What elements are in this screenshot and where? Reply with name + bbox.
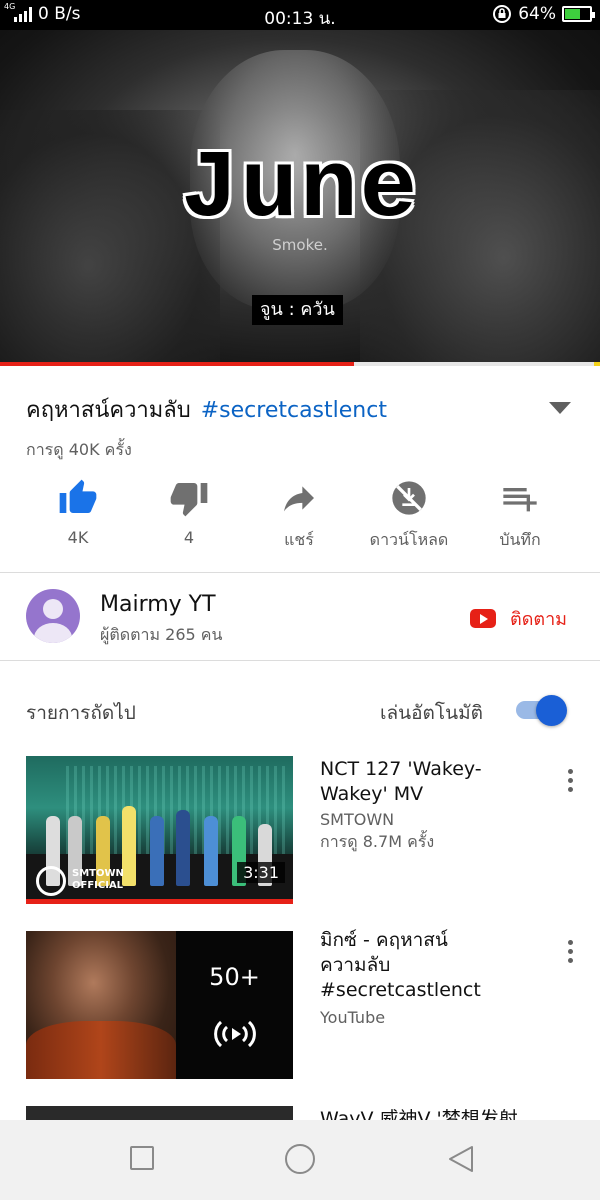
mix-thumbnail[interactable]: 50+ [26, 931, 293, 1079]
thumbs-down-icon [170, 483, 208, 517]
video-title-text: คฤหาสน์ความลับ [26, 398, 191, 423]
home-button[interactable] [285, 1144, 315, 1174]
save-button[interactable]: บันทึก [465, 478, 575, 553]
dislike-count: 4 [183, 528, 195, 547]
avatar[interactable] [26, 589, 80, 643]
channel-name[interactable]: Mairmy YT [100, 592, 216, 617]
video-progress-fill [0, 362, 354, 366]
recent-apps-button[interactable] [130, 1146, 154, 1170]
battery-percent: 64% [518, 4, 556, 24]
divider [0, 660, 600, 661]
mix-item-channel: YouTube [320, 1008, 386, 1027]
video-thumbnail[interactable]: SMTOWN OFFICIAL 3:31 [26, 756, 293, 904]
divider [0, 572, 600, 573]
video-title[interactable]: คฤหาสน์ความลับ #secretcastlenct [26, 392, 546, 427]
video-item-title[interactable]: NCT 127 'Wakey- Wakey' MV [320, 757, 530, 807]
mix-item-title[interactable]: มิกซ์ - คฤหาสน์ ความลับ #secretcastlenct [320, 928, 530, 1003]
system-nav-bar [0, 1120, 600, 1200]
autoplay-toggle[interactable] [514, 695, 567, 726]
download-button[interactable]: ดาวน์โหลด [354, 478, 464, 553]
mix-radio-icon [214, 1020, 256, 1048]
share-button[interactable]: แชร์ [244, 478, 354, 553]
video-duration: 3:31 [237, 862, 285, 883]
more-options-icon[interactable] [566, 769, 574, 795]
back-button[interactable] [446, 1144, 476, 1174]
smtown-logo-icon [36, 866, 66, 896]
like-button[interactable]: 4K [23, 478, 133, 547]
video-hashtag-link[interactable]: #secretcastlenct [201, 398, 387, 423]
video-progress-buffer [594, 362, 600, 366]
save-playlist-icon [503, 488, 537, 512]
up-next-label: รายการถัดไป [26, 702, 136, 724]
video-overlay-title: June [180, 135, 420, 244]
watched-progress-bar [26, 899, 293, 904]
video-player[interactable]: June Smoke. จูน : ควัน [0, 30, 600, 364]
smtown-logo-text: SMTOWN OFFICIAL [72, 868, 124, 891]
youtube-watch-screen: 4G 0 B/s 00:13 น. 64% June Smoke. จูน: … [0, 0, 600, 1200]
status-bar: 4G 0 B/s 00:13 น. 64% [0, 0, 600, 30]
video-progress-bar[interactable] [0, 362, 600, 366]
more-options-icon[interactable] [566, 940, 574, 966]
video-item-channel: SMTOWN [320, 810, 395, 829]
chevron-down-icon[interactable] [549, 402, 571, 414]
subscriber-count: ผู้ติดตาม 265 คน [100, 625, 223, 644]
youtube-logo-icon [470, 609, 496, 628]
subscribe-button[interactable]: ติดตาม [470, 604, 567, 633]
autoplay-label: เล่นอัตโนมัติ [380, 702, 483, 724]
status-right: 64% [492, 4, 595, 24]
subscribe-label: ติดตาม [510, 609, 568, 630]
battery-icon [562, 6, 595, 22]
share-icon [284, 486, 314, 512]
share-label: แชร์ [284, 530, 314, 549]
video-caption: จูน : ควัน [252, 295, 343, 325]
rotation-lock-icon [493, 5, 512, 23]
download-label: ดาวน์โหลด [369, 530, 449, 549]
view-count: การดู 40K ครั้ง [26, 440, 132, 459]
video-overlay-subtitle: Smoke. [272, 236, 328, 254]
video-item-views: การดู 8.7M ครั้ง [320, 832, 435, 851]
like-count: 4K [67, 528, 89, 547]
mix-count: 50+ [209, 963, 260, 991]
save-label: บันทึก [499, 530, 541, 549]
dislike-button[interactable]: 4 [134, 478, 244, 547]
download-disabled-icon [392, 481, 426, 515]
thumbs-up-icon [59, 479, 97, 513]
action-row: 4K 4 แชร์ ดาวน์โหลด บันทึก [0, 478, 600, 558]
